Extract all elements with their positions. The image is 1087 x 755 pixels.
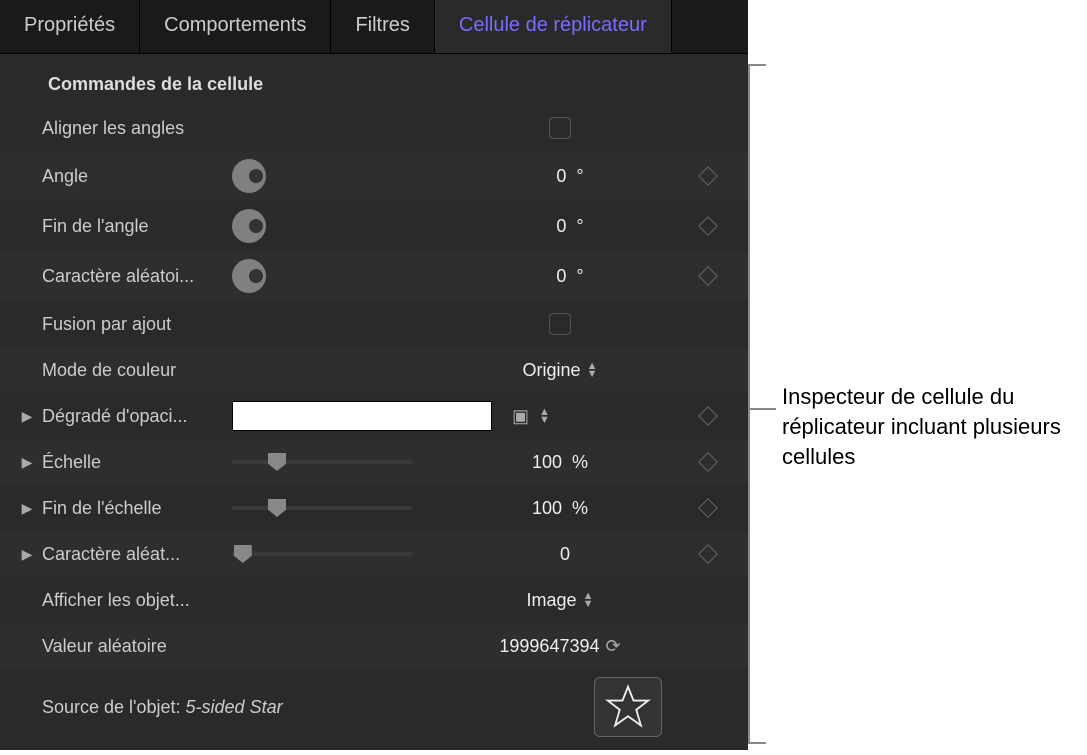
gradient-swatch[interactable]: [232, 401, 492, 431]
cell-controls-section: Commandes de la cellule ▶ Aligner les an…: [0, 54, 748, 755]
object-source-well[interactable]: [594, 677, 662, 737]
callout-area: Inspecteur de cellule du réplicateur inc…: [748, 0, 1087, 750]
gradient-preset-icon[interactable]: ▣: [512, 406, 529, 427]
unit-scale: %: [572, 452, 588, 473]
callout-tick: [748, 408, 776, 410]
inspector-tabs: Propriétés Comportements Filtres Cellule…: [0, 0, 748, 54]
dial-angle-end[interactable]: [232, 209, 266, 243]
row-scale-random: ▶ Caractère aléat... 0: [0, 531, 748, 577]
label-opacity-gradient: Dégradé d'opaci...: [42, 406, 232, 427]
dropdown-arrows-icon[interactable]: ▲▼: [539, 408, 550, 424]
tab-properties[interactable]: Propriétés: [0, 0, 140, 53]
row-opacity-gradient: ▶ Dégradé d'opaci... ▣ ▲▼: [0, 393, 748, 439]
unit-angle: °: [576, 166, 583, 187]
row-scale: ▶ Échelle 100 %: [0, 439, 748, 485]
disclosure-scale-end[interactable]: ▶: [18, 499, 36, 517]
keyframe-scale-end[interactable]: [698, 498, 718, 518]
label-scale-random: Caractère aléat...: [42, 544, 232, 565]
row-object-source: ▶ Source de l'objet: 5-sided Star: [0, 669, 748, 745]
label-angle: Angle: [42, 166, 232, 187]
value-angle[interactable]: 0: [536, 166, 566, 187]
label-color-mode: Mode de couleur: [42, 360, 232, 381]
tab-replicator-cell[interactable]: Cellule de réplicateur: [435, 0, 672, 53]
slider-scale[interactable]: [232, 453, 412, 471]
row-angle-end: ▶ Fin de l'angle 0 °: [0, 201, 748, 251]
value-scale-random[interactable]: 0: [540, 544, 570, 565]
row-scale-end: ▶ Fin de l'échelle 100 %: [0, 485, 748, 531]
callout-tick: [748, 64, 766, 66]
value-random-seed[interactable]: 1999647394: [499, 636, 599, 657]
keyframe-opacity-gradient[interactable]: [698, 406, 718, 426]
value-angle-random[interactable]: 0: [536, 266, 566, 287]
dropdown-arrows-icon[interactable]: ▲▼: [583, 592, 594, 608]
keyframe-scale-random[interactable]: [698, 544, 718, 564]
tab-filters[interactable]: Filtres: [331, 0, 434, 53]
row-additive-blend: ▶ Fusion par ajout: [0, 301, 748, 347]
keyframe-scale[interactable]: [698, 452, 718, 472]
row-show-objects: ▶ Afficher les objet... Image ▲▼: [0, 577, 748, 623]
label-random-seed: Valeur aléatoire: [42, 636, 232, 657]
row-angle: ▶ Angle 0 °: [0, 151, 748, 201]
disclosure-scale[interactable]: ▶: [18, 453, 36, 471]
disclosure-scale-random[interactable]: ▶: [18, 545, 36, 563]
checkbox-additive-blend[interactable]: [549, 313, 571, 335]
keyframe-angle[interactable]: [698, 166, 718, 186]
unit-angle-end: °: [576, 216, 583, 237]
value-color-mode[interactable]: Origine: [523, 360, 581, 381]
keyframe-angle-end[interactable]: [698, 216, 718, 236]
unit-scale-end: %: [572, 498, 588, 519]
value-angle-end[interactable]: 0: [536, 216, 566, 237]
inspector-panel: Propriétés Comportements Filtres Cellule…: [0, 0, 748, 750]
callout-text: Inspecteur de cellule du réplicateur inc…: [782, 382, 1087, 472]
label-scale: Échelle: [42, 452, 232, 473]
row-random-seed: ▶ Valeur aléatoire 1999647394 ⟳: [0, 623, 748, 669]
label-angle-random: Caractère aléatoi...: [42, 266, 232, 287]
label-angle-end: Fin de l'angle: [42, 216, 232, 237]
row-align-angle: ▶ Aligner les angles: [0, 105, 748, 151]
value-scale-end[interactable]: 100: [532, 498, 562, 519]
dropdown-arrows-icon[interactable]: ▲▼: [587, 362, 598, 378]
disclosure-opacity-gradient[interactable]: ▶: [18, 407, 36, 425]
dial-angle[interactable]: [232, 159, 266, 193]
refresh-icon[interactable]: ⟳: [606, 636, 621, 657]
tab-behaviors[interactable]: Comportements: [140, 0, 331, 53]
slider-scale-random[interactable]: [232, 545, 412, 563]
object-source-name: 5-sided Star: [186, 697, 283, 717]
value-show-objects[interactable]: Image: [527, 590, 577, 611]
label-show-objects: Afficher les objet...: [42, 590, 232, 611]
checkbox-align-angle[interactable]: [549, 117, 571, 139]
section-header: Commandes de la cellule: [0, 64, 748, 105]
value-scale[interactable]: 100: [532, 452, 562, 473]
row-angle-random: ▶ Caractère aléatoi... 0 °: [0, 251, 748, 301]
callout-tick: [748, 742, 766, 744]
row-color-mode: ▶ Mode de couleur Origine ▲▼: [0, 347, 748, 393]
callout-line: [748, 64, 750, 744]
label-scale-end: Fin de l'échelle: [42, 498, 232, 519]
label-object-source: Source de l'objet: 5-sided Star: [42, 697, 568, 718]
slider-scale-end[interactable]: [232, 499, 412, 517]
label-align-angle: Aligner les angles: [42, 118, 232, 139]
keyframe-angle-random[interactable]: [698, 266, 718, 286]
unit-angle-random: °: [576, 266, 583, 287]
star-icon: [605, 684, 651, 730]
dial-angle-random[interactable]: [232, 259, 266, 293]
label-additive-blend: Fusion par ajout: [42, 314, 232, 335]
